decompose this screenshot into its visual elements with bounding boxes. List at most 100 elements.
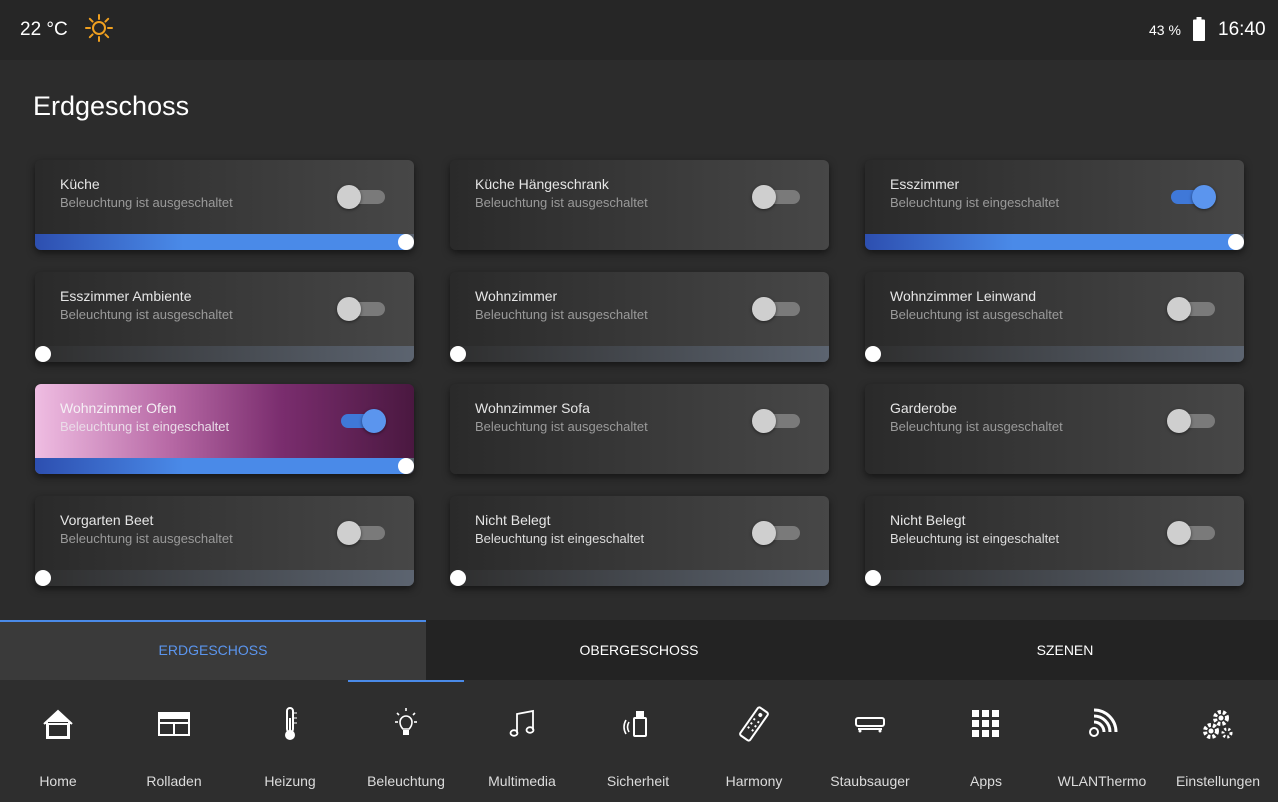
- slider-thumb[interactable]: [450, 570, 466, 586]
- slider-thumb[interactable]: [450, 346, 466, 362]
- nav-staubsauger[interactable]: Staubsauger: [812, 680, 928, 802]
- light-toggle[interactable]: [752, 297, 800, 321]
- shutter-icon: [158, 712, 190, 736]
- light-toggle[interactable]: [337, 297, 385, 321]
- nav-beleuchtung[interactable]: Beleuchtung: [348, 680, 464, 802]
- card-status: Beleuchtung ist eingeschaltet: [890, 195, 1060, 210]
- slider-thumb[interactable]: [398, 234, 414, 250]
- brightness-slider[interactable]: [865, 234, 1244, 250]
- slider-thumb[interactable]: [35, 346, 51, 362]
- brightness-slider[interactable]: [450, 570, 829, 586]
- card-status: Beleuchtung ist ausgeschaltet: [890, 419, 1063, 434]
- nav-apps[interactable]: Apps: [928, 680, 1044, 802]
- nav-wlanthermo[interactable]: WLANThermo: [1044, 680, 1160, 802]
- slider-thumb[interactable]: [1228, 234, 1244, 250]
- nav-rolladen[interactable]: Rolladen: [116, 680, 232, 802]
- brightness-slider[interactable]: [35, 234, 414, 250]
- slider-rail: [35, 346, 414, 362]
- card-title: Wohnzimmer Sofa: [475, 400, 590, 416]
- light-toggle[interactable]: [752, 409, 800, 433]
- nav-label: WLANThermo: [1057, 773, 1147, 789]
- slider-rail: [450, 570, 829, 586]
- slider-thumb[interactable]: [398, 458, 414, 474]
- tab-szenen[interactable]: SZENEN: [852, 620, 1278, 680]
- status-bar: 22 °C 43 % 16:40: [0, 0, 1278, 60]
- light-toggle[interactable]: [752, 185, 800, 209]
- light-toggle[interactable]: [337, 185, 385, 209]
- brightness-slider[interactable]: [35, 346, 414, 362]
- sun-icon: [85, 14, 113, 42]
- light-card-nicht-belegt: Nicht Belegt Beleuchtung ist eingeschalte…: [450, 496, 829, 586]
- nav-label: Apps: [970, 773, 1002, 789]
- brightness-slider[interactable]: [35, 458, 414, 474]
- gears-icon: [1203, 710, 1233, 739]
- light-toggle[interactable]: [1167, 185, 1216, 209]
- brightness-slider[interactable]: [865, 346, 1244, 362]
- slider-fill: [865, 234, 1236, 250]
- toggle-knob: [1167, 521, 1191, 545]
- light-card-vorgarten-beet: Vorgarten Beet Beleuchtung ist ausgeschal…: [35, 496, 414, 586]
- temperature: 22 °C: [20, 19, 68, 40]
- nav-label: Home: [39, 773, 77, 789]
- card-status: Beleuchtung ist ausgeschaltet: [475, 419, 648, 434]
- nav-home[interactable]: Home: [0, 680, 116, 802]
- toggle-knob: [752, 521, 776, 545]
- nav-label: Einstellungen: [1175, 773, 1261, 789]
- card-title: Wohnzimmer Ofen: [60, 400, 177, 416]
- slider-thumb[interactable]: [35, 570, 51, 586]
- card-status: Beleuchtung ist ausgeschaltet: [475, 307, 648, 322]
- light-toggle[interactable]: [1167, 297, 1215, 321]
- nav-sicherheit[interactable]: Sicherheit: [580, 680, 696, 802]
- card-status: Beleuchtung ist eingeschaltet: [475, 531, 645, 546]
- light-card-wohnzimmer-leinwand: Wohnzimmer Leinwand Beleuchtung ist ausge…: [865, 272, 1244, 362]
- light-card-kueche-haengeschrank: Küche Hängeschrank Beleuchtung ist ausges…: [450, 160, 829, 250]
- toggle-knob: [752, 409, 776, 433]
- nav-harmony[interactable]: Harmony: [696, 680, 812, 802]
- bulb-icon: [395, 708, 417, 735]
- tab-obergeschoss[interactable]: OBERGESCHOSS: [426, 620, 852, 680]
- toggle-knob: [337, 185, 361, 209]
- alarm-icon: [623, 711, 647, 737]
- card-title: Wohnzimmer Leinwand: [890, 288, 1037, 304]
- slider-fill: [35, 458, 406, 474]
- light-card-wohnzimmer: Wohnzimmer Beleuchtung ist ausgeschaltet: [450, 272, 829, 362]
- light-toggle[interactable]: [752, 521, 800, 545]
- battery-icon: [1193, 17, 1205, 41]
- nav-label: Beleuchtung: [367, 773, 445, 789]
- clock: 16:40: [1218, 19, 1266, 40]
- toggle-knob: [1192, 185, 1216, 209]
- light-toggle[interactable]: [1167, 409, 1215, 433]
- nav-heizung[interactable]: Heizung: [232, 680, 348, 802]
- slider-thumb[interactable]: [865, 346, 881, 362]
- light-card-esszimmer-ambiente: Esszimmer Ambiente Beleuchtung ist ausges…: [35, 272, 414, 362]
- toggle-knob: [337, 297, 361, 321]
- card-title: Vorgarten Beet: [60, 512, 154, 528]
- light-card-nicht-belegt: Nicht Belegt Beleuchtung ist eingeschalte…: [865, 496, 1244, 586]
- bottom-navigation: Home Rolladen Heizung Beleuchtung Multimedia…: [0, 680, 1278, 802]
- nav-label: Rolladen: [146, 773, 202, 789]
- light-card-garderobe: Garderobe Beleuchtung ist ausgeschaltet: [865, 384, 1244, 474]
- toggle-knob: [1167, 297, 1191, 321]
- tab-erdgeschoss[interactable]: ERDGESCHOSS: [0, 620, 426, 680]
- brightness-slider[interactable]: [865, 570, 1244, 586]
- slider-thumb[interactable]: [865, 570, 881, 586]
- card-title: Küche: [60, 176, 100, 192]
- toggle-knob: [1167, 409, 1191, 433]
- light-toggle[interactable]: [337, 409, 386, 433]
- slider-fill: [35, 234, 406, 250]
- nav-multimedia[interactable]: Multimedia: [464, 680, 580, 802]
- card-status: Beleuchtung ist ausgeschaltet: [60, 195, 233, 210]
- card-title: Wohnzimmer: [475, 288, 558, 304]
- nav-label: Heizung: [264, 773, 316, 789]
- slider-rail: [35, 570, 414, 586]
- wlan-thermo-icon: [1089, 708, 1118, 737]
- brightness-slider[interactable]: [450, 346, 829, 362]
- music-note-icon: [509, 709, 535, 737]
- brightness-slider[interactable]: [35, 570, 414, 586]
- thermometer-icon: [285, 707, 297, 740]
- card-status: Beleuchtung ist ausgeschaltet: [60, 531, 233, 546]
- light-toggle[interactable]: [1167, 521, 1215, 545]
- nav-einstellungen[interactable]: Einstellungen: [1160, 680, 1276, 802]
- light-toggle[interactable]: [337, 521, 385, 545]
- light-card-wohnzimmer-ofen: Wohnzimmer Ofen Beleuchtung ist eingescha…: [35, 384, 414, 474]
